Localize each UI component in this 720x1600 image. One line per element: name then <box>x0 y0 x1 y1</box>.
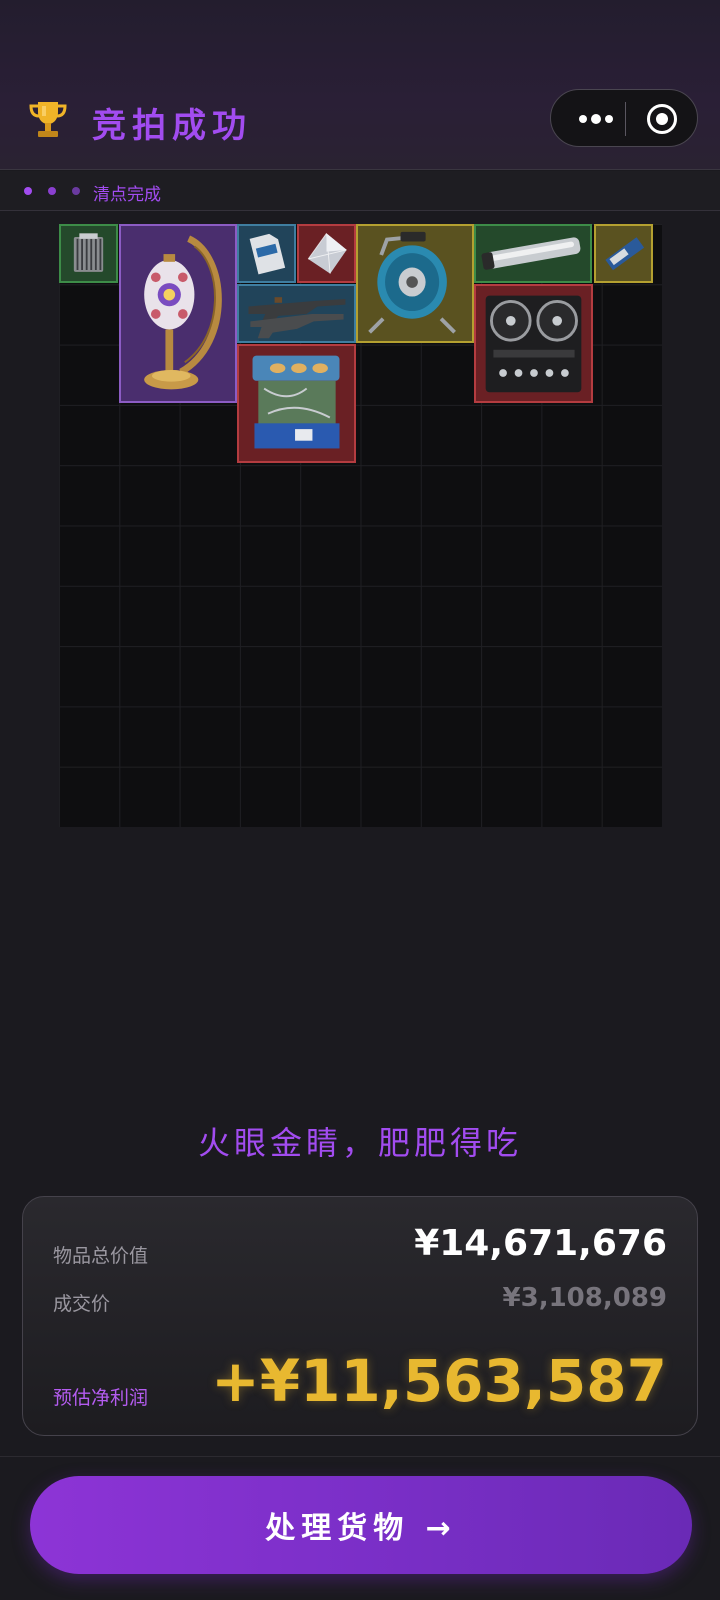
total-value: ¥14,671,676 <box>414 1223 667 1264</box>
rifle-icon <box>248 297 346 339</box>
reel-recorder-item[interactable] <box>474 284 593 403</box>
more-dots-icon[interactable] <box>571 106 621 132</box>
glass-tube-item[interactable] <box>474 224 592 283</box>
moon-lamp-icon <box>144 235 222 390</box>
deal-price-label: 成交价 <box>53 1293 111 1315</box>
ssd-icon <box>605 237 645 271</box>
cable-reel-item[interactable] <box>356 224 474 343</box>
diamond-icon <box>307 233 347 274</box>
cpu-cooler-icon <box>73 233 104 272</box>
capsule-divider <box>625 102 626 136</box>
net-profit-label: 预估净利润 <box>53 1387 149 1409</box>
total-value-label: 物品总价值 <box>53 1245 149 1267</box>
engine-block-icon <box>252 355 340 449</box>
glass-tube-icon <box>481 237 581 270</box>
cable-reel-icon <box>368 231 456 334</box>
inventory-grid <box>59 224 662 827</box>
sd-card-item[interactable] <box>237 224 296 283</box>
sd-card-icon <box>249 233 286 275</box>
slogan-text: 火眼金睛，肥肥得吃 <box>197 1124 522 1162</box>
ssd-item[interactable] <box>594 224 653 283</box>
reel-recorder-icon <box>485 295 582 393</box>
net-profit-value: +¥11,563,587 <box>211 1347 667 1415</box>
target-circle-icon[interactable] <box>647 104 677 134</box>
moon-lamp-item[interactable] <box>119 224 237 403</box>
miniapp-capsule <box>550 89 698 147</box>
deal-price-value: ¥3,108,089 <box>502 1283 667 1313</box>
trophy-icon <box>29 102 67 137</box>
status-text: 清点完成 <box>93 185 161 205</box>
cpu-cooler-item[interactable] <box>59 224 118 283</box>
engine-block-item[interactable] <box>237 344 356 463</box>
rifle-item[interactable] <box>237 284 356 343</box>
progress-dots <box>24 187 80 195</box>
header-bar: 竞拍成功 <box>0 0 720 170</box>
page-title: 竞拍成功 <box>92 106 252 146</box>
status-bar: 清点完成 <box>0 171 720 211</box>
diamond-item[interactable] <box>297 224 356 283</box>
summary-card: 物品总价值 ¥14,671,676 成交价 ¥3,108,089 预估净利润 +… <box>22 1196 698 1436</box>
bottom-divider <box>0 1456 720 1457</box>
process-goods-button[interactable]: 处理货物 → <box>30 1476 692 1574</box>
